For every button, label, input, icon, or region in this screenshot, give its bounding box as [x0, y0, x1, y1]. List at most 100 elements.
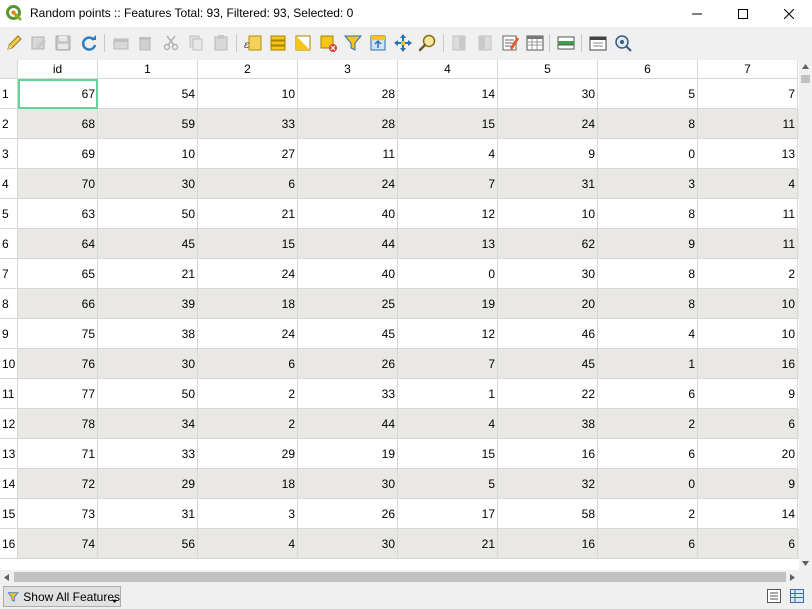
table-cell[interactable]: 12 [398, 199, 498, 229]
paste-icon[interactable] [211, 33, 231, 53]
row-header[interactable]: 12 [0, 409, 18, 439]
table-cell[interactable]: 10 [198, 79, 298, 109]
save-icon[interactable] [53, 33, 73, 53]
scroll-left-button[interactable] [0, 570, 13, 584]
table-cell[interactable]: 6 [598, 439, 698, 469]
table-cell[interactable]: 6 [198, 169, 298, 199]
table-cell[interactable]: 6 [698, 529, 798, 559]
table-cell[interactable]: 31 [498, 169, 598, 199]
table-cell[interactable]: 63 [18, 199, 98, 229]
table-cell[interactable]: 9 [498, 139, 598, 169]
select-all-icon[interactable] [268, 33, 288, 53]
deselect-icon[interactable] [318, 33, 338, 53]
row-header[interactable]: 14 [0, 469, 18, 499]
table-cell[interactable]: 44 [298, 229, 398, 259]
table-cell[interactable]: 9 [598, 229, 698, 259]
column-header[interactable]: 3 [298, 60, 398, 79]
field-calculator-icon[interactable] [525, 33, 545, 53]
table-cell[interactable]: 14 [398, 79, 498, 109]
move-top-icon[interactable] [368, 33, 388, 53]
table-cell[interactable]: 2 [698, 259, 798, 289]
table-cell[interactable]: 62 [498, 229, 598, 259]
table-cell[interactable]: 9 [698, 379, 798, 409]
vertical-scrollbar[interactable] [799, 60, 812, 570]
table-cell[interactable]: 33 [298, 379, 398, 409]
table-cell[interactable]: 19 [298, 439, 398, 469]
column-header[interactable]: 5 [498, 60, 598, 79]
delete-field-icon[interactable] [476, 33, 496, 53]
horizontal-scroll-thumb[interactable] [14, 572, 786, 582]
table-cell[interactable]: 40 [298, 259, 398, 289]
table-cell[interactable]: 1 [398, 379, 498, 409]
table-cell[interactable]: 22 [498, 379, 598, 409]
table-cell[interactable]: 30 [98, 169, 198, 199]
show-all-features-button[interactable]: Show All Features [3, 586, 121, 607]
row-header[interactable]: 15 [0, 499, 18, 529]
table-cell[interactable]: 45 [498, 349, 598, 379]
row-header[interactable]: 5 [0, 199, 18, 229]
table-cell[interactable]: 7 [398, 169, 498, 199]
table-cell[interactable]: 45 [298, 319, 398, 349]
row-header[interactable]: 16 [0, 529, 18, 559]
table-corner[interactable] [0, 60, 18, 79]
table-cell[interactable]: 71 [18, 439, 98, 469]
table-cell[interactable]: 18 [198, 469, 298, 499]
table-cell[interactable]: 6 [198, 349, 298, 379]
table-cell[interactable]: 69 [18, 139, 98, 169]
row-header[interactable]: 1 [0, 79, 18, 109]
table-cell[interactable]: 5 [598, 79, 698, 109]
conditional-format-icon[interactable] [556, 33, 576, 53]
table-cell[interactable]: 58 [498, 499, 598, 529]
table-cell[interactable]: 1 [598, 349, 698, 379]
table-cell[interactable]: 15 [398, 439, 498, 469]
actions-icon[interactable] [613, 33, 633, 53]
table-cell[interactable]: 50 [98, 379, 198, 409]
row-header[interactable]: 13 [0, 439, 18, 469]
table-cell[interactable]: 77 [18, 379, 98, 409]
add-feature-icon[interactable] [111, 33, 131, 53]
zoom-icon[interactable] [418, 33, 438, 53]
table-cell[interactable]: 70 [18, 169, 98, 199]
table-cell[interactable]: 33 [98, 439, 198, 469]
table-cell[interactable]: 54 [98, 79, 198, 109]
table-cell[interactable]: 59 [98, 109, 198, 139]
column-header[interactable]: 6 [598, 60, 698, 79]
minimize-button[interactable] [674, 0, 720, 27]
table-cell[interactable]: 38 [98, 319, 198, 349]
table-cell[interactable]: 2 [598, 499, 698, 529]
row-header[interactable]: 9 [0, 319, 18, 349]
table-cell[interactable]: 14 [698, 499, 798, 529]
table-cell[interactable]: 13 [698, 139, 798, 169]
form-view-icon[interactable] [766, 588, 782, 604]
table-cell[interactable]: 65 [18, 259, 98, 289]
table-cell[interactable]: 11 [698, 229, 798, 259]
cut-icon[interactable] [161, 33, 181, 53]
table-cell[interactable]: 4 [398, 139, 498, 169]
table-cell[interactable]: 44 [298, 409, 398, 439]
table-cell[interactable]: 18 [198, 289, 298, 319]
table-cell[interactable]: 12 [398, 319, 498, 349]
table-cell[interactable]: 38 [498, 409, 598, 439]
table-cell[interactable]: 76 [18, 349, 98, 379]
row-header[interactable]: 3 [0, 139, 18, 169]
table-cell[interactable]: 68 [18, 109, 98, 139]
horizontal-scrollbar[interactable] [0, 570, 812, 584]
table-cell[interactable]: 24 [198, 259, 298, 289]
table-cell[interactable]: 34 [98, 409, 198, 439]
table-cell[interactable]: 24 [198, 319, 298, 349]
table-cell[interactable]: 6 [698, 409, 798, 439]
table-cell[interactable]: 0 [598, 469, 698, 499]
table-cell[interactable]: 29 [98, 469, 198, 499]
table-cell[interactable]: 33 [198, 109, 298, 139]
column-header[interactable]: id [18, 60, 98, 79]
table-cell[interactable]: 25 [298, 289, 398, 319]
table-cell[interactable]: 20 [698, 439, 798, 469]
table-cell[interactable]: 16 [698, 349, 798, 379]
scroll-up-button[interactable] [799, 60, 812, 73]
table-cell[interactable]: 66 [18, 289, 98, 319]
scroll-down-button[interactable] [799, 557, 812, 570]
table-cell[interactable]: 4 [398, 409, 498, 439]
table-cell[interactable]: 4 [698, 169, 798, 199]
table-cell[interactable]: 11 [698, 199, 798, 229]
table-cell[interactable]: 30 [298, 529, 398, 559]
